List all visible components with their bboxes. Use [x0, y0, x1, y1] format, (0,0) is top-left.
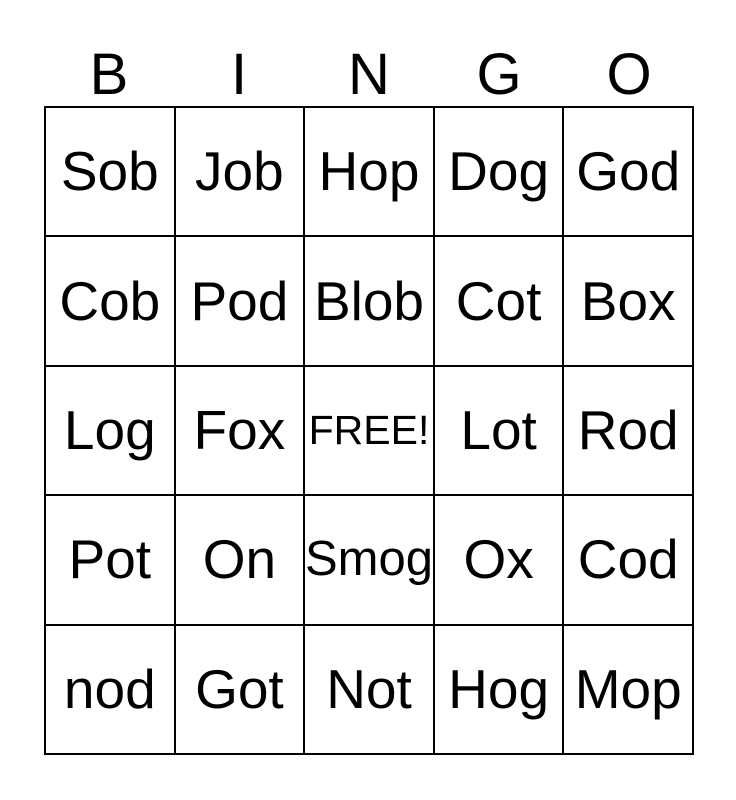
bingo-cell-label: Hog [448, 657, 550, 720]
bingo-free-label: FREE! [308, 406, 430, 453]
bingo-free-cell[interactable]: FREE! [305, 366, 435, 497]
bingo-cell[interactable]: Mop [564, 625, 694, 755]
bingo-cell-label: Got [195, 657, 284, 720]
bingo-header-letter-label: O [606, 42, 652, 107]
bingo-cell[interactable]: Hog [434, 625, 565, 755]
bingo-cell[interactable]: Lot [434, 366, 565, 497]
bingo-header-letter-label: G [476, 42, 522, 107]
bingo-cell[interactable]: Cod [564, 496, 694, 626]
bingo-cell[interactable]: Fox [175, 366, 306, 497]
bingo-cell-label: Cob [59, 269, 161, 332]
bingo-cell[interactable]: Log [46, 366, 176, 497]
bingo-header-letter-g: G [434, 32, 564, 104]
bingo-cell-label: Fox [193, 398, 286, 461]
bingo-cell-label: Sob [60, 140, 159, 203]
bingo-cell[interactable]: Got [175, 625, 306, 755]
bingo-cell-label: Mop [574, 657, 682, 720]
bingo-cell-label: nod [63, 657, 156, 720]
bingo-cell-label: Blob [313, 269, 425, 332]
bingo-cell[interactable]: Pod [175, 237, 306, 367]
bingo-header: B I N G O [44, 32, 694, 104]
bingo-cell-label: Log [63, 398, 156, 461]
bingo-cell[interactable]: God [564, 108, 694, 238]
bingo-cell-label: Pod [190, 269, 289, 332]
bingo-cell-label: Job [195, 140, 284, 203]
bingo-cell-label: Box [580, 269, 676, 332]
bingo-header-letter-o: O [564, 32, 694, 104]
bingo-cell[interactable]: Rod [564, 366, 694, 497]
bingo-cell[interactable]: On [175, 496, 306, 626]
bingo-cell-label: Cod [577, 528, 679, 591]
bingo-cell-label: Hop [318, 140, 420, 203]
bingo-card: B I N G O Sob Job Hop Dog God Cob Pod Bl… [0, 0, 736, 800]
bingo-header-letter-n: N [304, 32, 434, 104]
bingo-cell[interactable]: Box [564, 237, 694, 367]
bingo-cell-label: Dog [448, 140, 550, 203]
bingo-cell[interactable]: Cob [46, 237, 176, 367]
bingo-cell[interactable]: Dog [434, 108, 565, 238]
bingo-grid: Sob Job Hop Dog God Cob Pod Blob Cot Box [44, 106, 694, 755]
bingo-cell[interactable]: Sob [46, 108, 176, 238]
bingo-cell[interactable]: Pot [46, 496, 176, 626]
bingo-cell[interactable]: Ox [434, 496, 565, 626]
bingo-cell-label: On [202, 528, 277, 591]
bingo-cell-label: Pot [68, 528, 152, 591]
bingo-cell[interactable]: Smog [305, 496, 435, 626]
bingo-header-letter-label: I [230, 42, 248, 107]
bingo-header-letter-label: B [89, 42, 129, 107]
bingo-cell[interactable]: Hop [305, 108, 435, 238]
bingo-cell[interactable]: Not [305, 625, 435, 755]
bingo-cell-label: God [576, 140, 681, 203]
bingo-cell[interactable]: Job [175, 108, 306, 238]
bingo-cell-label: Cot [455, 269, 542, 332]
bingo-cell[interactable]: Blob [305, 237, 435, 367]
bingo-cell-label: Not [326, 657, 412, 720]
bingo-header-letter-i: I [174, 32, 304, 104]
bingo-cell-label: Lot [460, 398, 537, 461]
bingo-header-letter-b: B [44, 32, 174, 104]
bingo-cell[interactable]: Cot [434, 237, 565, 367]
bingo-cell-label: Ox [463, 528, 534, 591]
bingo-cell-label: Smog [305, 532, 433, 587]
bingo-cell-label: Rod [577, 398, 679, 461]
bingo-cell[interactable]: nod [46, 625, 176, 755]
bingo-header-letter-label: N [348, 42, 390, 107]
